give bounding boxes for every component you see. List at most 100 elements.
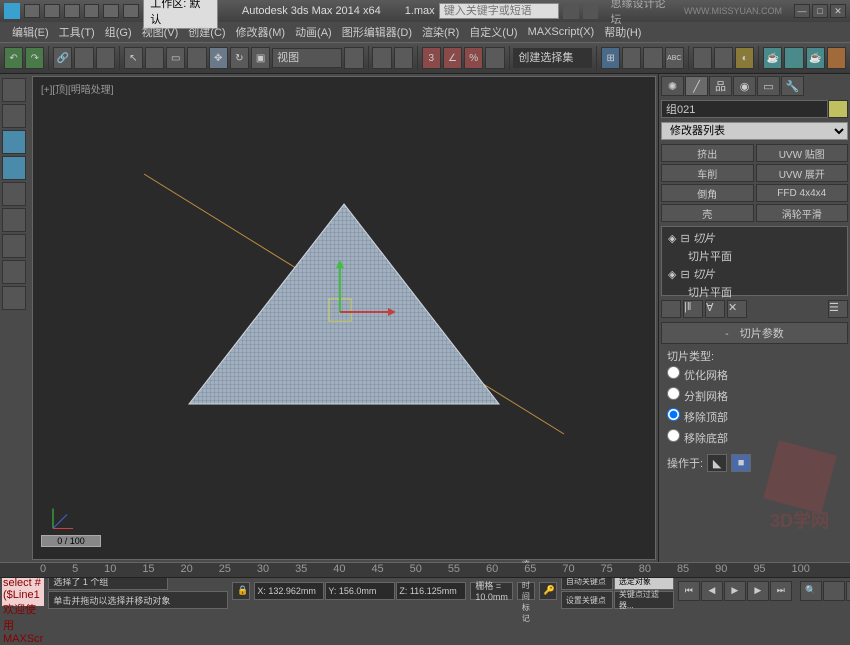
tool-icon[interactable] (2, 234, 26, 258)
hierarchy-tab[interactable]: 品 (709, 76, 732, 96)
bevel-button[interactable]: 倒角 (661, 184, 754, 202)
menu-edit[interactable]: 编辑(E) (8, 22, 53, 42)
remove-mod-icon[interactable]: ✕ (727, 300, 747, 318)
extrude-button[interactable]: 挤出 (661, 144, 754, 162)
named-selection-dropdown[interactable]: 创建选择集 (513, 48, 592, 68)
z-coord[interactable]: Z: 116.125mm (396, 582, 466, 600)
schematic-icon[interactable] (714, 47, 733, 69)
maximize-button[interactable]: □ (812, 4, 828, 18)
viewport[interactable]: [+][顶][明暗处理] 0 / 100 (32, 76, 656, 560)
modifier-list-dropdown[interactable]: 修改器列表 (661, 122, 848, 140)
tool-icon[interactable] (2, 182, 26, 206)
tool-icon[interactable] (2, 286, 26, 310)
menu-tools[interactable]: 工具(T) (55, 22, 99, 42)
setkey-button[interactable]: 设置关键点 (561, 591, 613, 609)
prev-frame-icon[interactable]: ◀ (701, 581, 723, 601)
maxscript-listener[interactable]: select #($Line1欢迎使用 MAXScr (2, 576, 44, 606)
stack-subitem[interactable]: 切片平面 (664, 283, 845, 301)
link-icon[interactable]: 🔗 (53, 47, 72, 69)
layer-icon[interactable] (643, 47, 662, 69)
viewport-layout-icon[interactable] (2, 78, 26, 102)
help-search-input[interactable] (439, 3, 559, 19)
display-tab[interactable]: ▭ (757, 76, 780, 96)
modify-tab[interactable]: ╱ (685, 76, 708, 96)
lathe-button[interactable]: 车削 (661, 164, 754, 182)
time-tag-button[interactable]: 添加时间标记 (517, 582, 535, 600)
stack-subitem[interactable]: 切片平面 (664, 247, 845, 265)
mirror-icon[interactable]: ⊞ (601, 47, 620, 69)
pivot-icon[interactable] (344, 47, 363, 69)
operate-poly-icon[interactable]: ■ (731, 454, 751, 472)
angle-snap-icon[interactable]: ∠ (443, 47, 462, 69)
modifier-stack[interactable]: ◈⊟ 切片 切片平面 ◈⊟ 切片 切片平面 (661, 226, 848, 296)
tool-icon[interactable] (2, 130, 26, 154)
object-color-swatch[interactable] (828, 100, 848, 118)
render-frame-icon[interactable] (784, 47, 803, 69)
zoom-all-icon[interactable] (823, 581, 845, 601)
align-icon[interactable] (622, 47, 641, 69)
radio-remove-top[interactable]: 移除顶部 (667, 406, 842, 427)
zoom-extents-icon[interactable] (846, 581, 850, 601)
goto-start-icon[interactable]: ⏮ (678, 581, 700, 601)
time-slider[interactable]: 0 / 100 (41, 535, 647, 547)
rollout-header[interactable]: - 切片参数 (661, 322, 848, 344)
qat-button[interactable] (123, 4, 139, 18)
create-tab[interactable]: ✺ (661, 76, 684, 96)
bind-icon[interactable] (96, 47, 115, 69)
menu-group[interactable]: 组(G) (101, 22, 136, 42)
radio-split[interactable]: 分割网格 (667, 385, 842, 406)
scale-icon[interactable]: ▣ (251, 47, 270, 69)
qat-button[interactable] (44, 4, 60, 18)
show-end-icon[interactable]: |‖ (683, 300, 703, 318)
y-coord[interactable]: Y: 156.0mm (325, 582, 395, 600)
curve-editor-icon[interactable] (693, 47, 712, 69)
goto-end-icon[interactable]: ⏭ (770, 581, 792, 601)
stack-item[interactable]: ◈⊟ 切片 (664, 229, 845, 247)
radio-optimize[interactable]: 优化网格 (667, 364, 842, 385)
select-name-icon[interactable] (145, 47, 164, 69)
time-handle[interactable]: 0 / 100 (41, 535, 101, 547)
ref-coord-dropdown[interactable]: 视图 (272, 48, 342, 68)
rotate-icon[interactable]: ↻ (230, 47, 249, 69)
snap-toggle-icon[interactable]: 3 (422, 47, 441, 69)
utilities-tab[interactable]: 🔧 (781, 76, 804, 96)
viewport-label[interactable]: [+][顶][明暗处理] (41, 81, 114, 96)
operate-face-icon[interactable]: ◣ (707, 454, 727, 472)
menu-help[interactable]: 帮助(H) (600, 22, 645, 42)
undo-icon[interactable]: ↶ (4, 47, 23, 69)
configure-sets-icon[interactable]: ☰ (828, 300, 848, 318)
qat-button[interactable] (103, 4, 119, 18)
select-rect-icon[interactable]: ▭ (166, 47, 185, 69)
qat-button[interactable] (24, 4, 40, 18)
move-icon[interactable]: ✥ (209, 47, 228, 69)
menu-maxscript[interactable]: MAXScript(X) (524, 24, 599, 40)
lock-selection-icon[interactable]: 🔒 (232, 582, 250, 600)
percent-snap-icon[interactable]: % (464, 47, 483, 69)
play-icon[interactable]: ▶ (724, 581, 746, 601)
menu-animation[interactable]: 动画(A) (291, 22, 336, 42)
make-unique-icon[interactable]: ∀ (705, 300, 725, 318)
qat-button[interactable] (84, 4, 100, 18)
window-crossing-icon[interactable] (187, 47, 206, 69)
shell-button[interactable]: 壳 (661, 204, 754, 222)
render-production-icon[interactable]: ☕ (806, 47, 825, 69)
motion-tab[interactable]: ◉ (733, 76, 756, 96)
menu-rendering[interactable]: 渲染(R) (418, 22, 463, 42)
key-lock-icon[interactable]: 🔑 (539, 582, 557, 600)
render-icon[interactable] (827, 47, 846, 69)
close-button[interactable]: ✕ (830, 4, 846, 18)
menu-views[interactable]: 视图(V) (138, 22, 183, 42)
object-name-input[interactable] (661, 100, 828, 118)
spinner-snap-icon[interactable] (485, 47, 504, 69)
material-editor-icon[interactable]: ◐ (735, 47, 754, 69)
timeline-ruler[interactable]: 0510152025303540455055606570758085909510… (0, 563, 850, 578)
menu-create[interactable]: 创建(C) (184, 22, 229, 42)
zoom-icon[interactable]: 🔍 (800, 581, 822, 601)
menu-modifiers[interactable]: 修改器(M) (232, 22, 290, 42)
stack-item[interactable]: ◈⊟ 切片 (664, 265, 845, 283)
pin-stack-icon[interactable] (661, 300, 681, 318)
select-icon[interactable]: ↖ (124, 47, 143, 69)
search-icon[interactable] (563, 3, 579, 19)
x-coord[interactable]: X: 132.962mm (254, 582, 324, 600)
ffd-button[interactable]: FFD 4x4x4 (756, 184, 849, 202)
